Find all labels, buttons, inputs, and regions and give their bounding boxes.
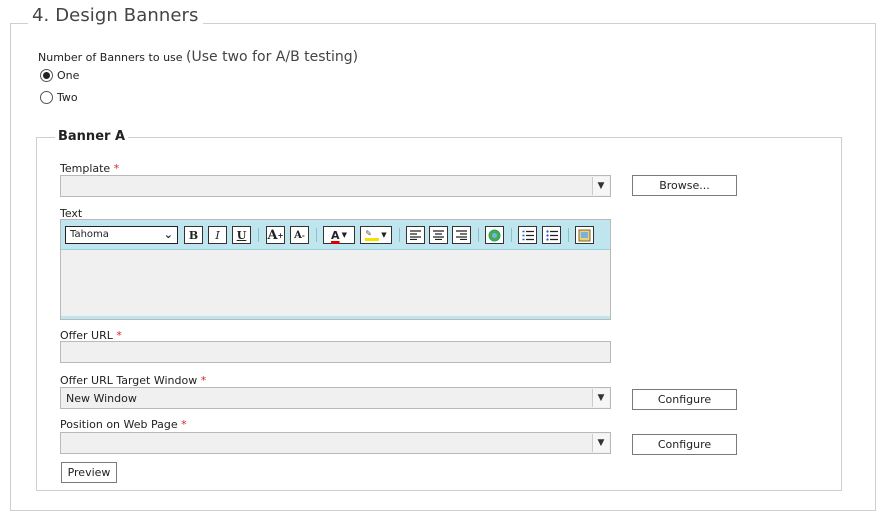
browse-button[interactable]: Browse... xyxy=(632,175,737,196)
radio-one-button[interactable] xyxy=(40,69,53,82)
banner-count-hint: (Use two for A/B testing) xyxy=(186,49,359,65)
font-family-value: Tahoma xyxy=(70,229,109,240)
banner-count-text: Number of Banners to use xyxy=(38,51,183,64)
underline-button[interactable]: U xyxy=(232,226,251,244)
radio-one-label: One xyxy=(57,69,80,82)
position-label-text: Position on Web Page xyxy=(60,418,178,431)
grow-font-button[interactable]: A + xyxy=(266,226,285,244)
image-icon xyxy=(578,229,591,241)
target-window-select[interactable]: New Window ▼ xyxy=(60,387,611,409)
radio-two-button[interactable] xyxy=(40,91,53,104)
bullet-list-icon xyxy=(545,229,558,241)
shrink-font-icon: A xyxy=(294,229,302,241)
shrink-font-button[interactable]: A- xyxy=(290,226,309,244)
align-left-icon xyxy=(410,230,421,240)
required-marker: * xyxy=(113,162,120,175)
rich-text-editor[interactable]: Tahoma ⌄ B I U A + A- A ▼ ✎ ▼ xyxy=(60,219,611,320)
globe-link-icon xyxy=(488,229,501,241)
offer-url-input[interactable] xyxy=(60,341,611,363)
banner-a-title: Banner A xyxy=(55,129,129,144)
chevron-down-icon: ▼ xyxy=(341,231,347,239)
configure-target-button[interactable]: Configure xyxy=(632,389,737,410)
ordered-list-icon xyxy=(522,230,534,240)
chevron-down-icon[interactable]: ▼ xyxy=(592,434,609,452)
radio-two-label: Two xyxy=(57,91,78,104)
required-marker: * xyxy=(181,418,187,431)
italic-button[interactable]: I xyxy=(208,226,227,244)
section-title: 4. Design Banners xyxy=(28,5,203,26)
toolbar-separator xyxy=(316,228,317,242)
configure-position-button[interactable]: Configure xyxy=(632,434,737,455)
radio-option-one[interactable]: One xyxy=(40,69,79,82)
insert-image-button[interactable] xyxy=(575,226,594,244)
template-label: Template * xyxy=(60,162,119,175)
chevron-down-icon: ⌄ xyxy=(163,228,173,241)
toolbar-separator xyxy=(478,228,479,242)
editor-toolbar: Tahoma ⌄ B I U A + A- A ▼ ✎ ▼ xyxy=(61,220,610,250)
editor-bottom-bar xyxy=(61,316,610,319)
insert-link-button[interactable] xyxy=(485,226,504,244)
toolbar-separator xyxy=(568,228,569,242)
target-window-value: New Window xyxy=(66,392,137,405)
bold-button[interactable]: B xyxy=(184,226,203,244)
chevron-down-icon[interactable]: ▼ xyxy=(592,389,609,407)
chevron-down-icon: ▼ xyxy=(381,231,387,239)
radio-option-two[interactable]: Two xyxy=(40,91,78,104)
toolbar-separator xyxy=(399,228,400,242)
template-select[interactable]: ▼ xyxy=(60,175,611,197)
align-right-button[interactable] xyxy=(452,226,471,244)
template-label-text: Template xyxy=(60,162,111,175)
font-color-icon: A xyxy=(331,228,340,242)
chevron-down-icon[interactable]: ▼ xyxy=(592,177,609,195)
align-right-icon xyxy=(456,230,467,240)
grow-font-icon: A xyxy=(267,227,278,243)
banner-count-label: Number of Banners to use (Use two for A/… xyxy=(38,49,358,65)
unordered-list-button[interactable] xyxy=(542,226,561,244)
font-family-select[interactable]: Tahoma ⌄ xyxy=(65,226,178,244)
ordered-list-button[interactable] xyxy=(518,226,537,244)
highlight-color-button[interactable]: ✎ ▼ xyxy=(360,226,392,244)
preview-button[interactable]: Preview xyxy=(61,462,117,483)
target-window-label: Offer URL Target Window * xyxy=(60,374,206,387)
highlighter-icon: ✎ xyxy=(365,229,380,241)
align-center-icon xyxy=(433,230,444,240)
align-center-button[interactable] xyxy=(429,226,448,244)
toolbar-separator xyxy=(511,228,512,242)
font-color-button[interactable]: A ▼ xyxy=(323,226,355,244)
toolbar-separator xyxy=(258,228,259,242)
align-left-button[interactable] xyxy=(406,226,425,244)
target-window-label-text: Offer URL Target Window xyxy=(60,374,198,387)
position-select[interactable]: ▼ xyxy=(60,432,611,454)
required-marker: * xyxy=(200,374,207,387)
position-label: Position on Web Page * xyxy=(60,418,187,431)
